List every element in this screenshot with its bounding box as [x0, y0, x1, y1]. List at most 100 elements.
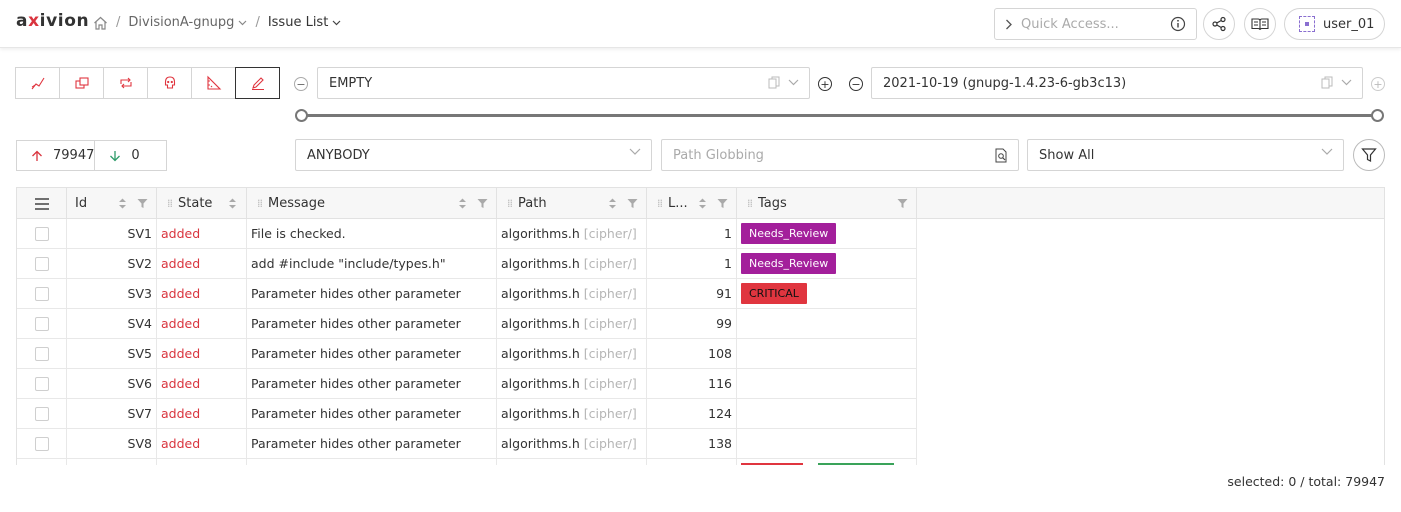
row-checkbox[interactable]	[34, 256, 49, 271]
row-checkbox[interactable]	[34, 406, 49, 421]
row-select-cell[interactable]	[17, 249, 67, 279]
copy-icon[interactable]	[1321, 76, 1333, 89]
column-header-tags[interactable]: ⁞⁞ Tags	[737, 188, 917, 219]
cell-message[interactable]: Parameter hides other parameter	[247, 429, 497, 459]
cell-id[interactable]: SV2	[67, 249, 157, 279]
row-checkbox[interactable]	[34, 346, 49, 361]
cell-id[interactable]: SV3	[67, 279, 157, 309]
cell-message[interactable]: add #include "include/types.h"	[247, 249, 497, 279]
cell-path[interactable]: algorithms.h [cipher/]	[497, 309, 647, 339]
sort-icon[interactable]	[608, 197, 617, 210]
version-range-slider[interactable]	[300, 114, 1378, 117]
quick-access-input[interactable]: Quick Access...	[994, 8, 1197, 40]
docs-button[interactable]	[1244, 8, 1276, 40]
table-row[interactable]: SV3 added Parameter hides other parameter a…	[17, 279, 917, 309]
cell-message[interactable]: Parameter hides other parameter	[247, 399, 497, 429]
owner-select[interactable]: ANYBODY	[295, 139, 652, 171]
table-row[interactable]: SV8 added Parameter hides other parameter a…	[17, 429, 917, 459]
show-filter-select[interactable]: Show All	[1027, 139, 1344, 171]
file-search-icon[interactable]	[995, 148, 1008, 163]
sort-icon[interactable]	[228, 197, 237, 210]
remove-base-icon[interactable]: −	[294, 77, 308, 91]
cell-path[interactable]: algorithms.h [cipher/]	[497, 399, 647, 429]
cell-path[interactable]: algorithms.h [cipher/]	[497, 279, 647, 309]
slider-end-handle[interactable]	[1371, 109, 1384, 122]
cell-id[interactable]: SV5	[67, 339, 157, 369]
cell-id[interactable]: SV8	[67, 429, 157, 459]
row-checkbox[interactable]	[34, 286, 49, 301]
row-select-cell[interactable]	[17, 219, 67, 249]
tag-badge[interactable]: Needs_Review	[741, 253, 837, 274]
column-header-message[interactable]: ⁞⁞ Message	[247, 188, 497, 219]
row-select-cell[interactable]	[17, 429, 67, 459]
table-row[interactable]: SV1 added File is checked. algorithms.h [cip…	[17, 219, 917, 249]
cell-message[interactable]: Parameter hides other parameter	[247, 339, 497, 369]
cell-message[interactable]: File is checked.	[247, 219, 497, 249]
cell-path[interactable]: algorithms.h [cipher/]	[497, 339, 647, 369]
column-filter-icon[interactable]	[137, 198, 148, 209]
column-header-id[interactable]: Id	[67, 188, 157, 219]
share-button[interactable]	[1203, 8, 1235, 40]
remove-version-icon[interactable]: −	[849, 77, 863, 91]
base-version-select[interactable]: EMPTY	[317, 67, 810, 99]
row-select-cell[interactable]	[17, 279, 67, 309]
cell-id[interactable]: SV4	[67, 309, 157, 339]
clone-button[interactable]	[59, 67, 104, 99]
cell-id[interactable]: SV1	[67, 219, 157, 249]
row-select-cell[interactable]	[17, 399, 67, 429]
info-icon[interactable]	[1170, 16, 1186, 32]
sort-icon[interactable]	[118, 197, 127, 210]
user-menu-button[interactable]: user_01	[1284, 8, 1385, 40]
slider-start-handle[interactable]	[295, 109, 308, 122]
axivion-logo[interactable]: axivion	[16, 11, 89, 31]
row-checkbox[interactable]	[34, 436, 49, 451]
trend-button[interactable]	[15, 67, 60, 99]
added-count[interactable]: 79947	[17, 141, 94, 170]
cell-path[interactable]: algorithms.h [cipher/]	[497, 249, 647, 279]
path-globbing-input[interactable]: Path Globbing	[661, 139, 1019, 171]
column-filter-icon[interactable]	[477, 198, 488, 209]
row-checkbox[interactable]	[34, 376, 49, 391]
removed-count[interactable]: 0	[94, 141, 166, 170]
table-row[interactable]: SV2 added add #include "include/types.h" al…	[17, 249, 917, 279]
cell-message[interactable]: Parameter hides other parameter	[247, 279, 497, 309]
sort-icon[interactable]	[458, 197, 467, 210]
add-target-icon[interactable]: +	[1371, 77, 1385, 91]
cell-message[interactable]: Parameter hides other parameter	[247, 309, 497, 339]
dead-code-button[interactable]	[147, 67, 192, 99]
cycle-button[interactable]	[103, 67, 148, 99]
column-header-path[interactable]: ⁞⁞ Path	[497, 188, 647, 219]
target-version-select[interactable]: 2021-10-19 (gnupg-1.4.23-6-gb3c13)	[871, 67, 1363, 99]
add-version-icon[interactable]: +	[818, 77, 832, 91]
breadcrumb-project[interactable]: DivisionA-gnupg	[128, 15, 247, 30]
tag-badge[interactable]: CRITICAL	[741, 283, 807, 304]
filter-button[interactable]	[1353, 139, 1385, 171]
column-menu-button[interactable]	[17, 188, 67, 219]
breadcrumb-issue-list[interactable]: Issue List	[268, 15, 341, 30]
home-icon[interactable]	[93, 16, 108, 30]
style-violation-button[interactable]	[235, 67, 280, 99]
cell-id[interactable]: SV7	[67, 399, 157, 429]
column-filter-icon[interactable]	[717, 198, 728, 209]
row-select-cell[interactable]	[17, 339, 67, 369]
table-row[interactable]: SV7 added Parameter hides other parameter a…	[17, 399, 917, 429]
cell-id[interactable]: SV6	[67, 369, 157, 399]
cell-path[interactable]: algorithms.h [cipher/]	[497, 219, 647, 249]
column-filter-icon[interactable]	[627, 198, 638, 209]
cell-path[interactable]: algorithms.h [cipher/]	[497, 429, 647, 459]
copy-icon[interactable]	[768, 76, 780, 89]
cell-path[interactable]: algorithms.h [cipher/]	[497, 369, 647, 399]
table-row[interactable]: SV5 added Parameter hides other parameter a…	[17, 339, 917, 369]
table-row[interactable]: SV6 added Parameter hides other parameter a…	[17, 369, 917, 399]
sort-icon[interactable]	[698, 197, 707, 210]
row-select-cell[interactable]	[17, 309, 67, 339]
column-header-state[interactable]: ⁞⁞ State	[157, 188, 247, 219]
column-filter-icon[interactable]	[897, 198, 908, 209]
row-checkbox[interactable]	[34, 226, 49, 241]
table-row[interactable]: SV4 added Parameter hides other parameter a…	[17, 309, 917, 339]
column-header-line[interactable]: ⁞⁞ L...	[647, 188, 737, 219]
cell-message[interactable]: Parameter hides other parameter	[247, 369, 497, 399]
row-checkbox[interactable]	[34, 316, 49, 331]
tag-badge[interactable]: Needs_Review	[741, 223, 837, 244]
row-select-cell[interactable]	[17, 369, 67, 399]
